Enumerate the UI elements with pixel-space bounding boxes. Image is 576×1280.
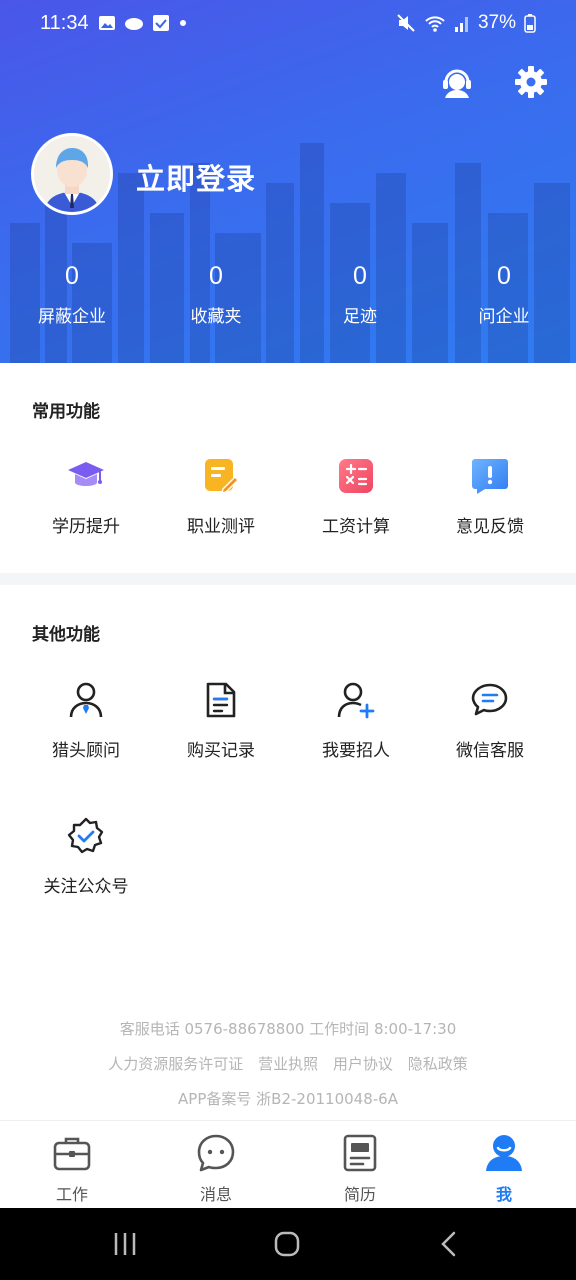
stat-value: 0: [497, 262, 511, 290]
wechat-service-item[interactable]: 微信客服: [425, 680, 555, 761]
recent-apps-icon[interactable]: [112, 1231, 138, 1257]
tab-messages[interactable]: 消息: [166, 1133, 266, 1205]
license-link[interactable]: 人力资源服务许可证: [108, 1055, 243, 1073]
battery-icon: [524, 14, 536, 33]
stat-label: 屏蔽企业: [38, 307, 106, 327]
calculator-icon: [339, 459, 373, 493]
tab-label: 工作: [55, 1185, 88, 1204]
message-icon: [197, 1134, 235, 1172]
chat-icon: [471, 683, 508, 716]
stat-label: 足迹: [343, 307, 377, 327]
item-label: 猎头顾问: [52, 741, 120, 761]
battery-percent: 37%: [477, 12, 516, 33]
stat-blocked-companies[interactable]: 0 屏蔽企业: [2, 262, 142, 327]
graduation-cap-icon: [68, 462, 104, 486]
dot-icon: [180, 20, 186, 26]
customer-service-button[interactable]: [437, 62, 477, 102]
assessment-icon: [205, 459, 239, 495]
profile-icon: [486, 1135, 522, 1171]
feedback-item[interactable]: 意见反馈: [425, 456, 555, 537]
document-icon: [206, 682, 236, 718]
status-time: 11:34: [40, 12, 89, 34]
stat-ask-company[interactable]: 0 问企业: [434, 262, 574, 327]
customer-service-info: 客服电话 0576-88678800 工作时间 8:00-17:30: [119, 1020, 457, 1038]
verified-badge-icon: [67, 817, 104, 854]
bottom-tab-bar: 工作 消息 简历 我: [0, 1120, 576, 1208]
item-label: 职业测评: [187, 517, 255, 537]
stat-label: 问企业: [478, 307, 530, 327]
follow-official-account-item[interactable]: 关注公众号: [21, 816, 151, 897]
item-label: 我要招人: [322, 741, 390, 761]
common-functions-title: 常用功能: [32, 402, 100, 422]
wifi-icon: [425, 16, 445, 32]
settings-button[interactable]: [511, 62, 551, 102]
headset-icon: [443, 69, 471, 98]
education-upgrade-item[interactable]: 学历提升: [21, 456, 151, 537]
section-divider: [0, 573, 576, 585]
other-functions-title: 其他功能: [32, 625, 100, 645]
tab-work[interactable]: 工作: [22, 1133, 122, 1205]
status-bar: 11:34 37%: [0, 0, 576, 48]
default-avatar-icon: [34, 136, 110, 212]
back-icon[interactable]: [438, 1230, 460, 1258]
tab-label: 我: [495, 1185, 512, 1204]
privacy-policy-link[interactable]: 隐私政策: [408, 1055, 468, 1073]
item-label: 工资计算: [322, 517, 390, 537]
app-record-number: APP备案号 浙B2-20110048-6A: [178, 1090, 398, 1108]
headhunter-item[interactable]: 猎头顾问: [21, 680, 151, 761]
cloud-icon: [125, 18, 143, 30]
item-label: 关注公众号: [43, 877, 129, 897]
tab-me[interactable]: 我: [454, 1133, 554, 1205]
stats-row: 0 屏蔽企业 0 收藏夹 0 足迹 0 问企业: [0, 262, 576, 342]
stat-history[interactable]: 0 足迹: [290, 262, 430, 327]
system-navigation-bar: [0, 1208, 576, 1280]
signal-icon: [454, 17, 468, 32]
avatar[interactable]: [31, 133, 113, 215]
footer-links: 人力资源服务许可证 营业执照 用户协议 隐私政策: [0, 1053, 576, 1074]
item-label: 学历提升: [52, 517, 120, 537]
gallery-icon: [99, 16, 115, 30]
stat-value: 0: [65, 262, 79, 290]
stat-value: 0: [209, 262, 223, 290]
item-label: 意见反馈: [456, 517, 524, 537]
mute-icon: [397, 14, 415, 32]
feedback-icon: [472, 459, 508, 494]
tab-label: 简历: [343, 1185, 376, 1204]
item-label: 微信客服: [456, 741, 524, 761]
checkbox-icon: [153, 15, 169, 31]
notification-icons: [98, 14, 188, 32]
resume-icon: [343, 1134, 377, 1172]
stat-label: 收藏夹: [190, 307, 242, 327]
stat-value: 0: [353, 262, 367, 290]
salary-calculator-item[interactable]: 工资计算: [291, 456, 421, 537]
profile-header: 11:34 37% 立即登录 0 屏蔽企业 0 收藏夹 0 足迹 0 问企业: [0, 0, 576, 363]
gear-icon: [515, 66, 547, 98]
headhunter-icon: [69, 682, 103, 718]
user-agreement-link[interactable]: 用户协议: [333, 1055, 393, 1073]
business-license-link[interactable]: 营业执照: [258, 1055, 318, 1073]
item-label: 购买记录: [187, 741, 255, 761]
tab-resume[interactable]: 简历: [310, 1133, 410, 1205]
status-right: 37%: [396, 12, 536, 34]
briefcase-icon: [53, 1137, 91, 1171]
home-icon[interactable]: [273, 1230, 301, 1258]
career-assessment-item[interactable]: 职业测评: [156, 456, 286, 537]
purchase-history-item[interactable]: 购买记录: [156, 680, 286, 761]
recruit-item[interactable]: 我要招人: [291, 680, 421, 761]
add-user-icon: [337, 682, 375, 719]
tab-label: 消息: [199, 1185, 232, 1204]
login-link[interactable]: 立即登录: [136, 156, 256, 198]
stat-favorites[interactable]: 0 收藏夹: [146, 262, 286, 327]
